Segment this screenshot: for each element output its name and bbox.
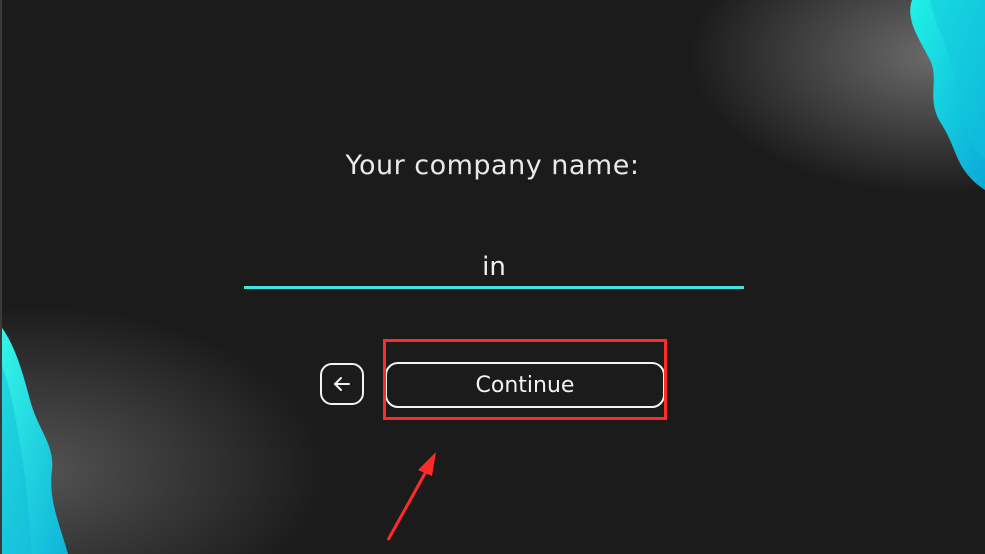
company-name-input[interactable] bbox=[244, 248, 744, 289]
company-name-screen: Your company name: Continue bbox=[0, 0, 985, 554]
continue-button[interactable]: Continue bbox=[385, 362, 665, 408]
back-button[interactable] bbox=[320, 363, 364, 405]
company-name-prompt: Your company name: bbox=[345, 150, 640, 181]
arrow-left-icon bbox=[334, 377, 350, 391]
